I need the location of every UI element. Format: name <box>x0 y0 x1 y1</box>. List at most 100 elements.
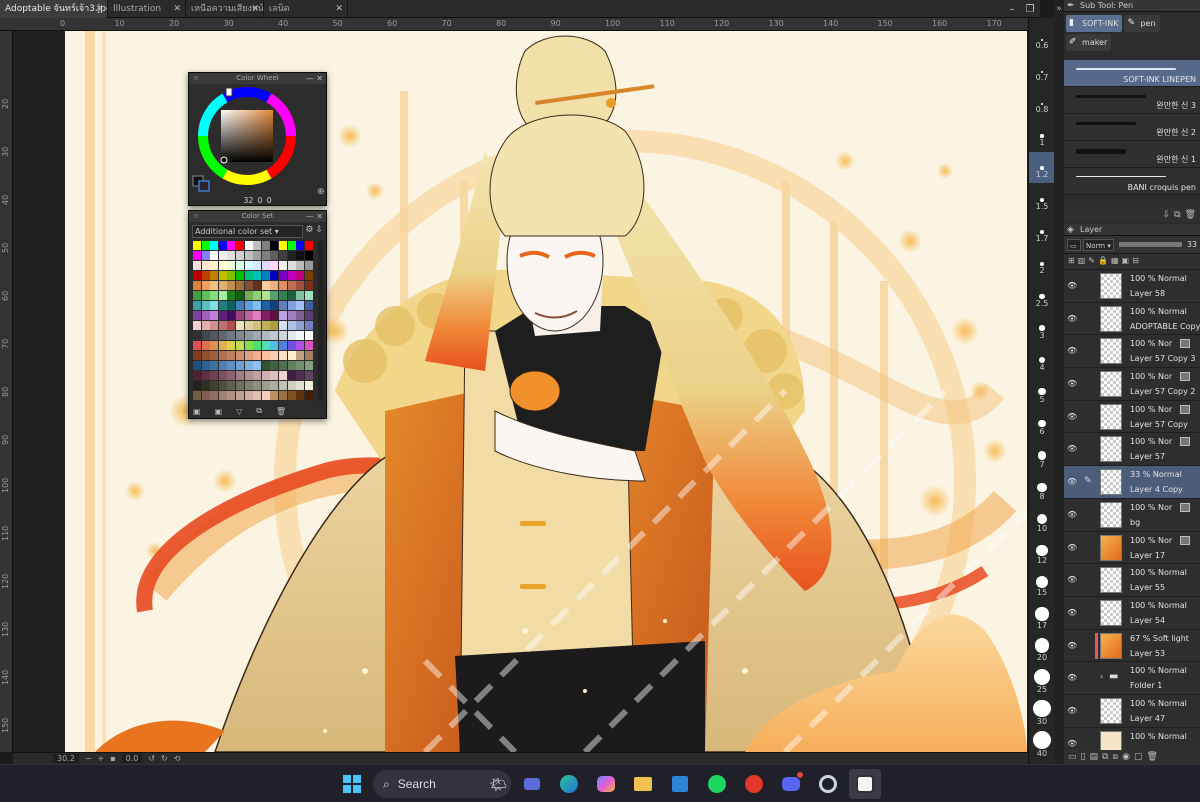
color-swatch[interactable] <box>296 381 305 390</box>
color-swatch[interactable] <box>261 311 270 320</box>
color-swatch[interactable] <box>193 361 201 370</box>
color-swatch[interactable] <box>279 271 287 280</box>
color-swatch[interactable] <box>270 301 279 310</box>
color-swatch-grid[interactable] <box>193 241 315 401</box>
color-swatch[interactable] <box>218 301 227 310</box>
lock-icon[interactable]: 🔒 <box>1098 256 1108 267</box>
download-icon[interactable]: ⇩ <box>315 225 323 238</box>
color-swatch[interactable] <box>210 261 219 270</box>
color-swatch[interactable] <box>236 321 244 330</box>
new-raster-icon[interactable]: ▭ <box>1068 752 1077 762</box>
color-swatch[interactable] <box>279 361 287 370</box>
color-swatch[interactable] <box>270 291 279 300</box>
color-swatch[interactable] <box>227 391 236 400</box>
color-swatch[interactable] <box>210 341 219 350</box>
color-swatch[interactable] <box>261 381 270 390</box>
color-swatch[interactable] <box>287 381 296 390</box>
color-swatch[interactable] <box>287 241 296 250</box>
brush-size-item[interactable]: 15 <box>1029 570 1055 601</box>
color-swatch[interactable] <box>227 241 236 250</box>
color-swatch[interactable] <box>253 321 262 330</box>
color-swatch[interactable] <box>304 351 313 360</box>
brush-item[interactable]: 완만한 신 3 <box>1064 87 1200 114</box>
color-swatch[interactable] <box>304 371 313 380</box>
color-swatch[interactable] <box>227 321 236 330</box>
grip-icon[interactable]: ≡ <box>193 211 199 222</box>
collapse-icon[interactable]: » <box>1054 0 1064 14</box>
eye-icon[interactable]: 👁 <box>1067 477 1077 486</box>
color-swatch[interactable] <box>296 241 305 250</box>
blend-mode-select[interactable]: Norm ▾ <box>1083 238 1114 251</box>
color-swatch[interactable] <box>244 371 253 380</box>
fit-icon[interactable]: ▪ <box>110 754 115 763</box>
color-swatch[interactable] <box>296 321 305 330</box>
color-swatch[interactable] <box>279 391 287 400</box>
brush-size-item[interactable]: 1.5 <box>1029 184 1055 215</box>
color-swatch[interactable] <box>244 261 253 270</box>
color-swatch[interactable] <box>287 301 296 310</box>
replace-color-icon[interactable]: ▣ <box>215 407 223 416</box>
color-swatch[interactable] <box>287 351 296 360</box>
start-button[interactable] <box>336 769 368 799</box>
color-swatch[interactable] <box>236 241 244 250</box>
color-swatch[interactable] <box>304 271 313 280</box>
color-swatch[interactable] <box>270 251 279 260</box>
color-swatch[interactable] <box>193 351 201 360</box>
color-swatch[interactable] <box>253 261 262 270</box>
color-swatch[interactable] <box>270 351 279 360</box>
color-swatch[interactable] <box>210 251 219 260</box>
color-swatch[interactable] <box>279 241 287 250</box>
color-swatch[interactable] <box>218 361 227 370</box>
layer-row[interactable]: 👁 100 % Normal Layer 54 <box>1064 596 1200 630</box>
clip-icon[interactable]: ⊞ <box>1068 256 1075 267</box>
layer-row[interactable]: 👁 100 % Normal Layer 55 <box>1064 564 1200 597</box>
color-swatch[interactable] <box>270 281 279 290</box>
color-swatch[interactable] <box>261 281 270 290</box>
color-swatch[interactable] <box>253 281 262 290</box>
color-swatch[interactable] <box>296 291 305 300</box>
color-swatch[interactable] <box>227 331 236 340</box>
color-swatch[interactable] <box>218 271 227 280</box>
layer-row[interactable]: 👁 100 % Normal Layer 47 <box>1064 694 1200 728</box>
color-swatch[interactable] <box>253 271 262 280</box>
eye-icon[interactable]: 👁 <box>1067 706 1077 715</box>
color-swatch[interactable] <box>304 321 313 330</box>
color-swatch[interactable] <box>218 331 227 340</box>
eye-icon[interactable]: 👁 <box>1067 281 1077 290</box>
close-icon[interactable]: ✕ <box>95 0 103 18</box>
color-swatch[interactable] <box>279 301 287 310</box>
color-swatch[interactable] <box>287 281 296 290</box>
restore-icon[interactable]: ❐ <box>1024 4 1036 15</box>
layer-row[interactable]: 👁 100 % Normal Layer 58 <box>1064 270 1200 303</box>
color-swatch[interactable] <box>210 321 219 330</box>
color-swatch[interactable] <box>201 291 210 300</box>
copilot-icon[interactable] <box>590 769 622 799</box>
color-swatch[interactable] <box>304 331 313 340</box>
color-swatch[interactable] <box>210 351 219 360</box>
color-swatch[interactable] <box>296 251 305 260</box>
color-swatch[interactable] <box>270 371 279 380</box>
delete-icon[interactable]: 🗑 <box>276 407 286 416</box>
palette-controls[interactable]: — ✕ <box>306 73 323 84</box>
close-icon[interactable]: ✕ <box>251 0 259 18</box>
layer-row[interactable]: 👁 › ▬ 100 % Normal Folder 1 <box>1064 662 1200 695</box>
layer-row[interactable]: 👁 100 % Normal ADOPTABLE Copy <box>1064 302 1200 336</box>
color-swatch[interactable] <box>287 391 296 400</box>
color-swatch[interactable] <box>287 361 296 370</box>
color-swatch[interactable] <box>253 251 262 260</box>
color-swatch[interactable] <box>218 341 227 350</box>
color-swatch[interactable] <box>296 281 305 290</box>
brush-size-item[interactable]: 4 <box>1029 345 1055 376</box>
palette-titlebar[interactable]: ≡ Color Wheel — ✕ <box>189 73 326 84</box>
color-swatch[interactable] <box>270 261 279 270</box>
layer-color-icon[interactable]: ▭ <box>1067 238 1081 251</box>
tab-soft-ink[interactable]: ▮ SOFT-INK <box>1066 15 1123 32</box>
color-swatch[interactable] <box>227 341 236 350</box>
eye-icon[interactable]: 👁 <box>1067 346 1077 355</box>
color-swatch[interactable] <box>210 291 219 300</box>
close-icon[interactable]: ✕ <box>335 0 343 18</box>
color-swatch[interactable] <box>244 331 253 340</box>
canvas-area[interactable]: ≡ Color Wheel — ✕ ⊕ 32 0 0 ≡ Color Set —… <box>13 31 1028 752</box>
brush-size-item[interactable]: 10 <box>1029 506 1055 537</box>
tab-illustration[interactable]: Illustration ✕ <box>108 0 186 18</box>
